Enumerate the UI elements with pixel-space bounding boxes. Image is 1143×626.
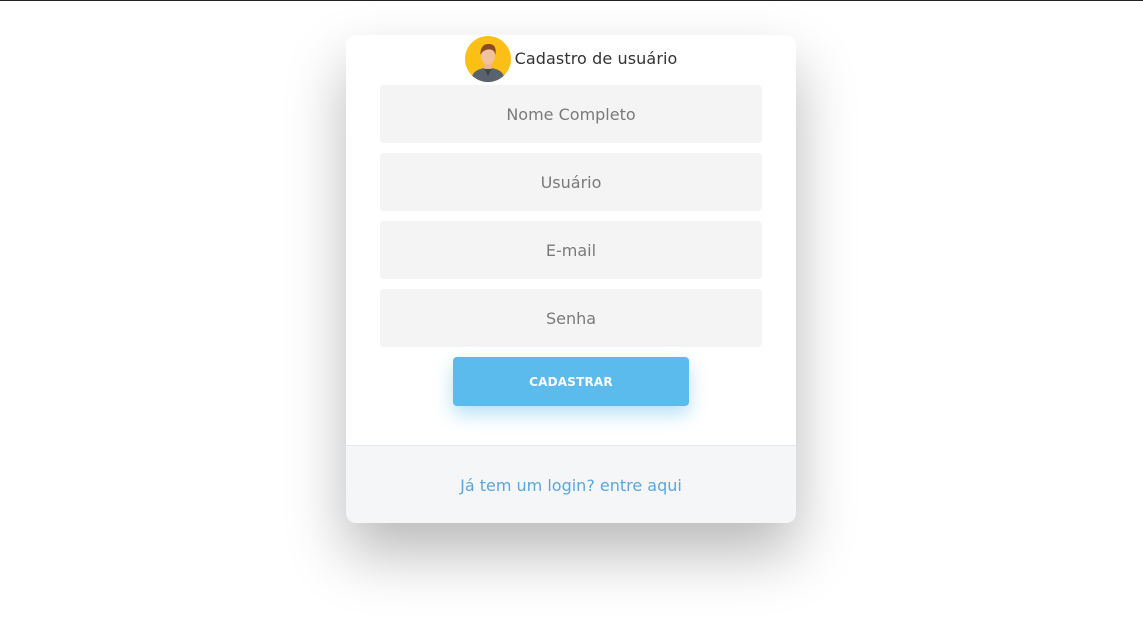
login-link[interactable]: Já tem um login? entre aqui <box>460 476 682 495</box>
top-border <box>0 0 1143 1</box>
password-input[interactable] <box>380 289 762 347</box>
card-header: Cadastro de usuário <box>346 35 796 82</box>
email-input[interactable] <box>380 221 762 279</box>
user-avatar-icon <box>464 35 511 82</box>
card-footer: Já tem um login? entre aqui <box>346 445 796 523</box>
page-title: Cadastro de usuário <box>514 48 678 68</box>
full-name-input[interactable] <box>380 85 762 143</box>
register-card: Cadastro de usuário CADASTRAR Já tem um … <box>346 35 796 523</box>
register-button[interactable]: CADASTRAR <box>453 357 689 406</box>
username-input[interactable] <box>380 153 762 211</box>
